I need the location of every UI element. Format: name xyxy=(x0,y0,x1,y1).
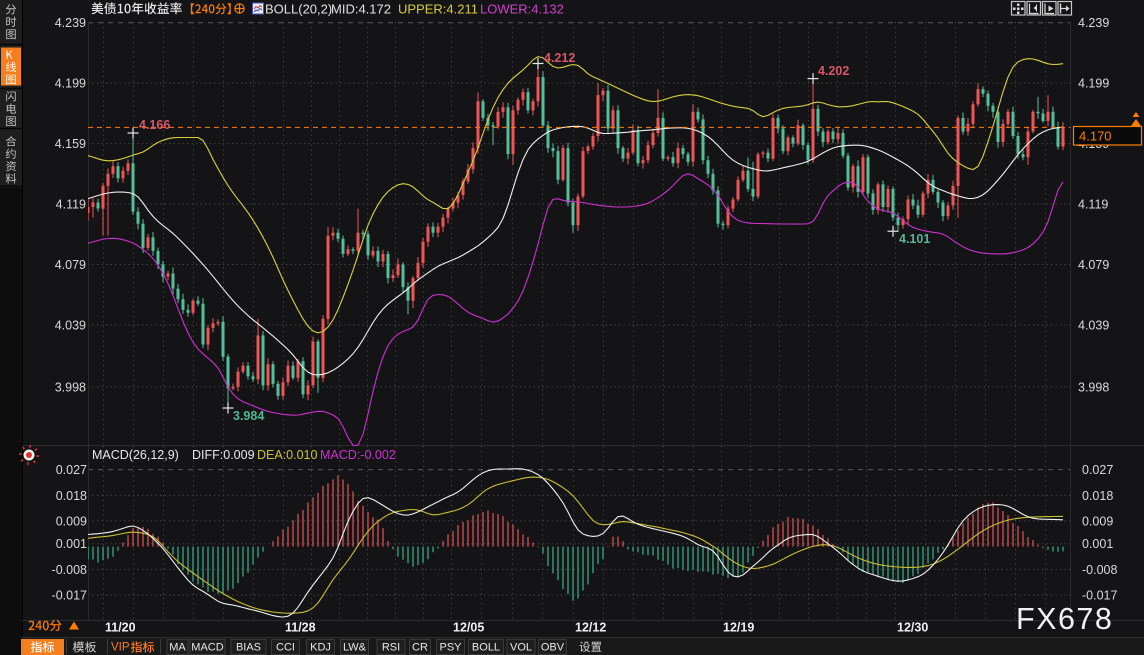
svg-text:DIFF:0.009: DIFF:0.009 xyxy=(192,448,255,462)
svg-text:OBV: OBV xyxy=(541,642,565,654)
svg-text:0.001: 0.001 xyxy=(1082,537,1113,551)
svg-text:0.018: 0.018 xyxy=(56,489,87,503)
svg-text:MA: MA xyxy=(169,642,186,654)
svg-text:0.001: 0.001 xyxy=(56,537,87,551)
svg-text:11/20: 11/20 xyxy=(105,621,136,635)
svg-text:PSY: PSY xyxy=(439,642,462,654)
svg-text:BOLL: BOLL xyxy=(472,642,500,654)
svg-text:3.998: 3.998 xyxy=(1078,380,1109,394)
svg-text:-0.008: -0.008 xyxy=(1082,563,1117,577)
svg-text:0.018: 0.018 xyxy=(1082,489,1113,503)
svg-text:0.027: 0.027 xyxy=(1082,463,1113,477)
svg-text:11/28: 11/28 xyxy=(285,621,316,635)
svg-text:LW&: LW& xyxy=(343,642,367,654)
svg-text:4.202: 4.202 xyxy=(818,64,849,78)
svg-text:4.166: 4.166 xyxy=(139,118,170,132)
svg-text:0.009: 0.009 xyxy=(56,514,87,528)
svg-text:4.039: 4.039 xyxy=(55,318,86,332)
svg-text:RSI: RSI xyxy=(382,642,400,654)
svg-text:BOLL(20,2): BOLL(20,2) xyxy=(265,2,332,17)
svg-text:4.239: 4.239 xyxy=(55,16,86,30)
svg-text:VIP: VIP xyxy=(111,642,130,654)
svg-text:FX678: FX678 xyxy=(1016,602,1113,636)
svg-text:3.984: 3.984 xyxy=(233,409,264,423)
svg-text:MID:4.172: MID:4.172 xyxy=(331,2,391,17)
svg-text:KDJ: KDJ xyxy=(310,642,331,654)
svg-text:BIAS: BIAS xyxy=(236,642,261,654)
svg-text:0.027: 0.027 xyxy=(56,463,87,477)
svg-text:MACD(26,12,9): MACD(26,12,9) xyxy=(92,448,179,462)
svg-text:4.039: 4.039 xyxy=(1078,318,1109,332)
svg-text:MACD: MACD xyxy=(191,642,223,654)
svg-text:DEA:0.010: DEA:0.010 xyxy=(257,448,318,462)
svg-text:4.079: 4.079 xyxy=(55,258,86,272)
svg-text:12/19: 12/19 xyxy=(723,621,754,635)
svg-text:12/12: 12/12 xyxy=(575,621,606,635)
svg-text:LOWER:4.132: LOWER:4.132 xyxy=(480,2,564,17)
svg-text:VOL: VOL xyxy=(510,642,532,654)
svg-text:UPPER:4.211: UPPER:4.211 xyxy=(398,2,478,17)
svg-text:4.159: 4.159 xyxy=(55,137,86,151)
svg-text:4.101: 4.101 xyxy=(899,232,930,246)
svg-text:4.239: 4.239 xyxy=(1078,16,1109,30)
svg-text:-0.017: -0.017 xyxy=(1082,589,1117,603)
svg-text:0.009: 0.009 xyxy=(1082,514,1113,528)
svg-text:4.119: 4.119 xyxy=(56,198,86,212)
svg-text:4.170: 4.170 xyxy=(1079,129,1112,144)
svg-text:MACD:-0.002: MACD:-0.002 xyxy=(320,448,396,462)
svg-text:4.199: 4.199 xyxy=(1078,77,1109,91)
svg-text:12/30: 12/30 xyxy=(897,621,928,635)
svg-text:CCI: CCI xyxy=(276,642,295,654)
svg-text:4.119: 4.119 xyxy=(1078,198,1108,212)
svg-text:4.079: 4.079 xyxy=(1078,258,1109,272)
svg-text:-0.008: -0.008 xyxy=(52,563,87,577)
svg-text:12/05: 12/05 xyxy=(453,621,484,635)
svg-text:CR: CR xyxy=(412,642,428,654)
svg-text:4.199: 4.199 xyxy=(55,77,86,91)
svg-text:4.212: 4.212 xyxy=(544,51,575,65)
svg-text:-0.017: -0.017 xyxy=(52,589,87,603)
svg-text:3.998: 3.998 xyxy=(55,380,86,394)
